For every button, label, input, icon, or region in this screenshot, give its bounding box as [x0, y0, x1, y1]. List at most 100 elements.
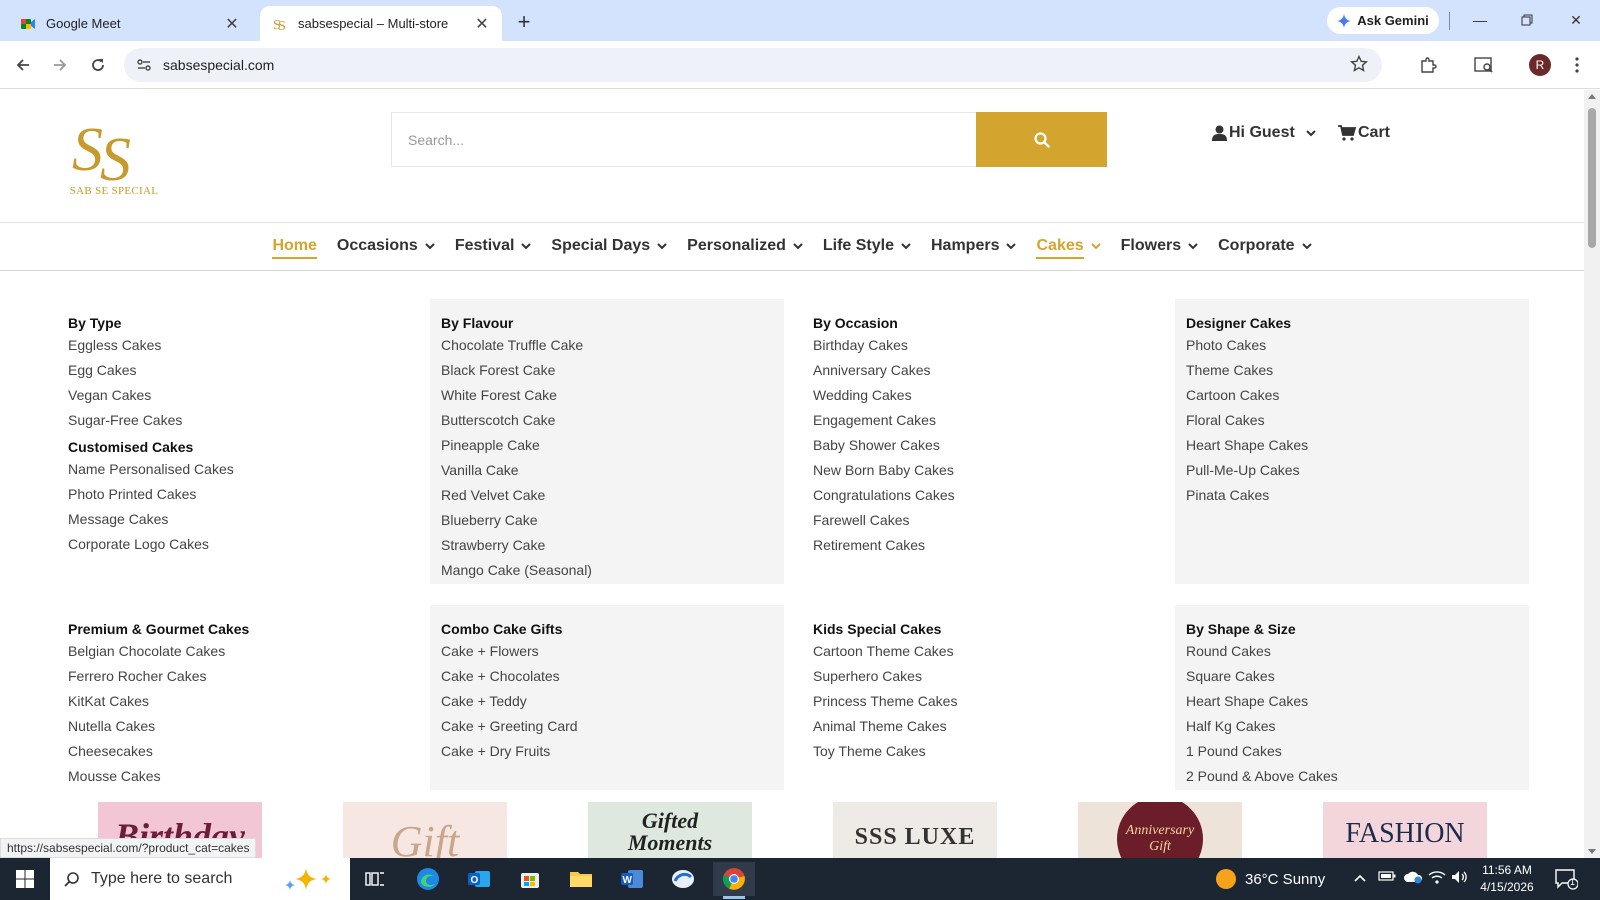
- menu-link[interactable]: Retirement Cakes: [813, 533, 1156, 558]
- menu-link[interactable]: Princess Theme Cakes: [813, 689, 1156, 714]
- battery-icon[interactable]: [1378, 870, 1396, 885]
- menu-link[interactable]: Wedding Cakes: [813, 383, 1156, 408]
- forward-arrow-icon[interactable]: [46, 51, 74, 79]
- menu-link[interactable]: Toy Theme Cakes: [813, 739, 1156, 764]
- chevron-up-icon[interactable]: [1354, 870, 1366, 885]
- taskbar-search-box[interactable]: Type here to search: [50, 858, 350, 900]
- nav-occasions[interactable]: Occasions: [327, 223, 445, 269]
- menu-link[interactable]: Black Forest Cake: [441, 358, 784, 383]
- file-explorer-icon[interactable]: [560, 862, 602, 896]
- word-icon[interactable]: W: [611, 862, 653, 896]
- search-input[interactable]: [392, 113, 976, 166]
- menu-link[interactable]: Anniversary Cakes: [813, 358, 1156, 383]
- menu-link[interactable]: KitKat Cakes: [68, 689, 411, 714]
- close-window-icon[interactable]: ✕: [1556, 8, 1596, 32]
- banner-sss-luxe[interactable]: SSS LUXE: [833, 802, 997, 858]
- nav-corporate[interactable]: Corporate: [1208, 223, 1321, 269]
- nav-festival[interactable]: Festival: [445, 223, 542, 269]
- menu-link[interactable]: New Born Baby Cakes: [813, 458, 1156, 483]
- nav-cakes[interactable]: Cakes: [1026, 223, 1110, 269]
- scroll-down-arrow-icon[interactable]: [1588, 849, 1596, 854]
- menu-link[interactable]: Vanilla Cake: [441, 458, 784, 483]
- banner-fashion[interactable]: FASHION: [1323, 802, 1487, 858]
- menu-link[interactable]: Belgian Chocolate Cakes: [68, 639, 411, 664]
- menu-link[interactable]: Superhero Cakes: [813, 664, 1156, 689]
- system-clock[interactable]: 11:56 AM 4/15/2026: [1474, 862, 1540, 896]
- nav-flowers[interactable]: Flowers: [1111, 223, 1208, 269]
- account-menu[interactable]: Hi Guest: [1212, 124, 1316, 142]
- menu-link[interactable]: Cake + Chocolates: [441, 664, 784, 689]
- menu-link[interactable]: Cake + Flowers: [441, 639, 784, 664]
- ask-gemini-button[interactable]: Ask Gemini: [1327, 7, 1439, 34]
- banner-anniversary-gift[interactable]: Anniversary Gift: [1078, 802, 1242, 858]
- restore-icon[interactable]: [1507, 8, 1547, 32]
- task-view-icon[interactable]: [354, 862, 396, 896]
- banner-gifted-moments[interactable]: Gifted Moments: [588, 802, 752, 858]
- menu-link[interactable]: Egg Cakes: [68, 358, 411, 383]
- menu-link[interactable]: 1 Pound Cakes: [1186, 739, 1529, 764]
- site-info-icon[interactable]: [136, 57, 152, 78]
- scrollbar-thumb[interactable]: [1588, 108, 1596, 248]
- tab-search-icon[interactable]: [1472, 53, 1496, 77]
- menu-link[interactable]: Name Personalised Cakes: [68, 457, 411, 482]
- menu-link[interactable]: Cake + Dry Fruits: [441, 739, 784, 764]
- nav-hampers[interactable]: Hampers: [921, 223, 1026, 269]
- menu-link[interactable]: Chocolate Truffle Cake: [441, 333, 784, 358]
- menu-link[interactable]: Cake + Teddy: [441, 689, 784, 714]
- kebab-menu-icon[interactable]: [1565, 53, 1589, 77]
- nav-home[interactable]: Home: [262, 223, 326, 269]
- nav-special-days[interactable]: Special Days: [541, 223, 677, 269]
- menu-link[interactable]: Congratulations Cakes: [813, 483, 1156, 508]
- menu-link[interactable]: Red Velvet Cake: [441, 483, 784, 508]
- menu-link[interactable]: Floral Cakes: [1186, 408, 1529, 433]
- remote-desktop-icon[interactable]: [662, 862, 704, 896]
- weather-widget[interactable]: 36°C Sunny: [1215, 858, 1325, 900]
- close-icon[interactable]: ✕: [222, 14, 242, 34]
- menu-link[interactable]: Round Cakes: [1186, 639, 1529, 664]
- menu-link[interactable]: Sugar-Free Cakes: [68, 408, 411, 433]
- menu-link[interactable]: Message Cakes: [68, 507, 411, 532]
- menu-link[interactable]: Butterscotch Cake: [441, 408, 784, 433]
- tab-google-meet[interactable]: Google Meet ✕: [8, 6, 252, 41]
- close-icon[interactable]: ✕: [472, 14, 492, 34]
- menu-link[interactable]: Mango Cake (Seasonal): [441, 558, 784, 583]
- edge-browser-icon[interactable]: [407, 862, 449, 896]
- menu-link[interactable]: Cheesecakes: [68, 739, 411, 764]
- notification-center-icon[interactable]: 1: [1554, 868, 1579, 895]
- outlook-icon[interactable]: O: [458, 862, 500, 896]
- menu-link[interactable]: Strawberry Cake: [441, 533, 784, 558]
- menu-link[interactable]: Ferrero Rocher Cakes: [68, 664, 411, 689]
- menu-link[interactable]: Eggless Cakes: [68, 333, 411, 358]
- nav-personalized[interactable]: Personalized: [677, 223, 813, 269]
- cart-link[interactable]: Cart: [1338, 124, 1390, 142]
- banner-gift[interactable]: Gift: [343, 802, 507, 858]
- tab-sabsespecial[interactable]: SS sabsespecial – Multi-store ✕: [260, 6, 502, 41]
- chrome-taskbar-icon[interactable]: [713, 862, 755, 899]
- menu-link[interactable]: Farewell Cakes: [813, 508, 1156, 533]
- extensions-puzzle-icon[interactable]: [1416, 53, 1440, 77]
- menu-link[interactable]: Nutella Cakes: [68, 714, 411, 739]
- menu-link[interactable]: Theme Cakes: [1186, 358, 1529, 383]
- nav-life-style[interactable]: Life Style: [813, 223, 921, 269]
- address-bar[interactable]: sabsespecial.com: [124, 48, 1382, 82]
- menu-link[interactable]: Vegan Cakes: [68, 383, 411, 408]
- start-button[interactable]: [0, 858, 50, 900]
- profile-avatar[interactable]: R: [1529, 54, 1551, 76]
- menu-link[interactable]: Animal Theme Cakes: [813, 714, 1156, 739]
- menu-link[interactable]: Pull-Me-Up Cakes: [1186, 458, 1529, 483]
- page-scrollbar[interactable]: [1584, 90, 1600, 858]
- menu-link[interactable]: Pinata Cakes: [1186, 483, 1529, 508]
- menu-link[interactable]: Photo Cakes: [1186, 333, 1529, 358]
- volume-icon[interactable]: [1451, 870, 1469, 887]
- menu-link[interactable]: Heart Shape Cakes: [1186, 433, 1529, 458]
- menu-link[interactable]: Baby Shower Cakes: [813, 433, 1156, 458]
- onedrive-icon[interactable]: [1403, 870, 1423, 887]
- bookmark-star-icon[interactable]: [1349, 54, 1369, 78]
- microsoft-store-icon[interactable]: [509, 862, 551, 896]
- menu-link[interactable]: White Forest Cake: [441, 383, 784, 408]
- reload-icon[interactable]: [84, 51, 112, 79]
- menu-link[interactable]: Cake + Greeting Card: [441, 714, 784, 739]
- menu-link[interactable]: Cartoon Cakes: [1186, 383, 1529, 408]
- menu-link[interactable]: Blueberry Cake: [441, 508, 784, 533]
- menu-link[interactable]: Square Cakes: [1186, 664, 1529, 689]
